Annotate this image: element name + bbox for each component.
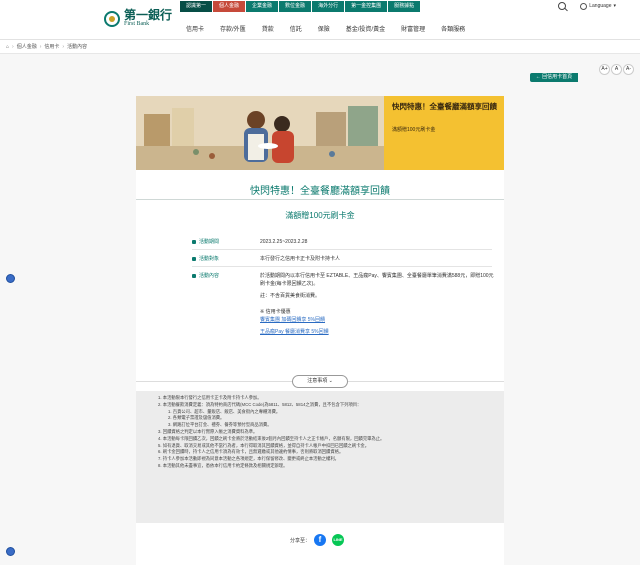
globe-icon: [580, 2, 588, 10]
page-title: 快閃特惠！全臺餐廳滿額享回饋: [250, 186, 390, 197]
offer-link[interactable]: 饗賓集團 加碼回饋享 5%回饋: [260, 317, 325, 323]
more-offers-label: ※ 信用卡優惠: [260, 309, 291, 315]
banner-subtitle: 滿額贈100元刷卡金: [392, 127, 436, 133]
list-item: 3. 回饋資格之判定以本行實際入帳之消費資料為準。: [158, 428, 258, 434]
share-label: 分享至：: [290, 537, 311, 544]
home-icon[interactable]: ⌂: [6, 44, 9, 50]
font-size-medium-button[interactable]: A: [611, 64, 622, 75]
mainnav-services[interactable]: 各類服務: [441, 24, 465, 33]
list-item: 1. 本活動限本行發行之信用卡正卡及附卡持卡人參加。: [158, 395, 262, 400]
divider: [192, 249, 492, 250]
banner-title: 快閃特惠！全臺餐廳滿額享回饋: [392, 102, 497, 111]
detail-value: 本行發行之信用卡正卡及附卡持卡人: [260, 256, 341, 262]
line-icon[interactable]: LINE: [332, 534, 345, 546]
topnav-item-corporate[interactable]: 企業金融: [246, 1, 279, 12]
topnav-item-group[interactable]: 第一金控集團: [345, 1, 388, 12]
utility-bar: Language ▾: [558, 2, 616, 10]
search-icon[interactable]: [558, 2, 567, 10]
page-subtitle: 滿額贈100元刷卡金: [285, 211, 355, 220]
font-size-controls: A+ A A-: [598, 64, 634, 75]
detail-label: 活動對象: [199, 256, 220, 262]
font-size-large-button[interactable]: A+: [599, 64, 610, 75]
list-item: 3. 網路訂位平台訂金、禮券、餐券等預付型商品消費。: [168, 422, 272, 428]
top-nav: 認識第一 個人金融 企業金融 數位金融 海外分行 第一金控集團 服務據點: [180, 1, 421, 12]
notice-list: 1. 本活動限本行發行之信用卡正卡及附卡持卡人參加。 2. 本活動餐飲消費定義：…: [136, 391, 504, 523]
logo-mark-icon: [104, 10, 120, 27]
detail-value: 2023.2.25~2023.2.28: [260, 239, 308, 245]
mainnav-trust[interactable]: 信託: [290, 24, 302, 33]
main-nav: 信用卡 存款/外匯 貸款 信託 保險 基金/投資/黃金 財富管理 各類服務: [186, 24, 481, 33]
site-header: 第一銀行 First Bank 認識第一 個人金融 企業金融 數位金融 海外分行…: [0, 0, 640, 40]
topnav-item-digital[interactable]: 數位金融: [279, 1, 312, 12]
breadcrumb-personal[interactable]: 個人金融: [17, 43, 37, 50]
detail-value: 於活動期間內以本行信用卡至 EZTABLE、王品瘋Pay、饗賓集團、全臺餐廳單筆…: [260, 273, 494, 287]
language-selector[interactable]: Language ▾: [580, 2, 616, 10]
bank-logo[interactable]: 第一銀行 First Bank: [104, 9, 172, 28]
chevron-down-icon: ▾: [613, 3, 616, 9]
topnav-item-about[interactable]: 認識第一: [180, 1, 213, 12]
notice-toggle-button[interactable]: 注意事項 ⌄: [292, 375, 348, 388]
content-note: 註：不含百貨美食街消費。: [260, 293, 321, 299]
bullet-icon: [192, 273, 196, 278]
mainnav-deposit[interactable]: 存款/外匯: [220, 24, 246, 33]
divider: [136, 199, 504, 200]
topnav-item-personal[interactable]: 個人金融: [213, 1, 246, 12]
mainnav-fund[interactable]: 基金/投資/黃金: [346, 24, 385, 33]
mainnav-insurance[interactable]: 保險: [318, 24, 330, 33]
bullet-icon: [192, 239, 196, 244]
breadcrumb: ⌂ › 個人金融 › 信用卡 › 活動內容: [0, 40, 640, 54]
offer-link[interactable]: 王品瘋Pay 餐廳消費享 5%回饋: [260, 329, 329, 335]
bullet-icon: [192, 256, 196, 261]
breadcrumb-credit-card[interactable]: 信用卡: [44, 43, 59, 50]
logo-name-cn: 第一銀行: [124, 8, 173, 22]
share-bar: 分享至： f LINE: [290, 534, 345, 546]
list-item: 4. 本活動每卡限回饋乙次，回饋之刷卡金將於活動結束後2個月內回饋至持卡人之正卡…: [158, 435, 385, 441]
list-item: 8. 本活動其他未盡事宜，悉依本行信用卡約定條款及相關規定辦理。: [158, 462, 288, 468]
mainnav-wealth[interactable]: 財富管理: [401, 24, 425, 33]
accessibility-icon[interactable]: [6, 547, 15, 556]
topnav-item-locations[interactable]: 服務據點: [388, 1, 421, 12]
language-label: Language: [589, 3, 612, 9]
mainnav-credit-card[interactable]: 信用卡: [186, 24, 204, 33]
promo-banner: 快閃特惠！全臺餐廳滿額享回饋 滿額贈100元刷卡金: [136, 96, 504, 170]
list-item: 7. 持卡人參加本活動即視為同意本活動之各項規定，本行保留修改、變更或終止本活動…: [158, 456, 339, 462]
accessibility-icon[interactable]: [6, 274, 15, 283]
logo-name-en: First Bank: [124, 21, 150, 27]
list-item: 2. 本活動餐飲消費定義：須為特約商店代碼(MCC Code)為5811、581…: [158, 401, 362, 407]
mainnav-loan[interactable]: 貸款: [262, 24, 274, 33]
detail-label: 活動內容: [199, 273, 220, 279]
back-to-credit-card-button[interactable]: ← 回信用卡首頁: [530, 73, 578, 82]
topnav-item-overseas[interactable]: 海外分行: [312, 1, 345, 12]
restaurant-illustration-icon: [136, 96, 384, 170]
detail-label: 活動期間: [199, 239, 220, 245]
divider: [192, 266, 492, 267]
facebook-icon[interactable]: f: [314, 534, 327, 546]
chevron-down-icon: ⌄: [328, 378, 333, 384]
font-size-small-button[interactable]: A-: [623, 64, 634, 75]
notice-label: 注意事項: [307, 378, 328, 384]
breadcrumb-current: 活動內容: [67, 44, 88, 50]
